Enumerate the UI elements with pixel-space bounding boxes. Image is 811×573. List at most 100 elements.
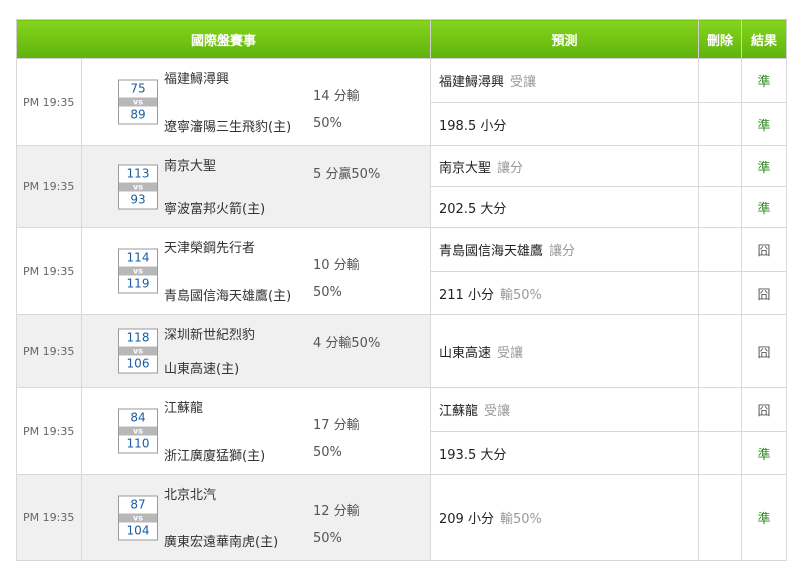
- away-team: 天津榮鋼先行者: [164, 241, 256, 256]
- result-cell: 準: [741, 102, 788, 146]
- handicap-line: 4 分輸50%: [313, 336, 381, 351]
- delete-cell[interactable]: [698, 186, 743, 228]
- prediction-type: 讓分: [549, 244, 576, 259]
- score-box: 114 vs 119: [118, 248, 158, 294]
- away-score: 84: [130, 410, 146, 425]
- vs-label: vs: [119, 182, 157, 191]
- prediction-pick: 江蘇龍: [439, 404, 479, 419]
- home-team: 青島國信海天雄鷹(主): [164, 289, 292, 304]
- prediction-pick: 209 小分: [439, 512, 494, 527]
- delete-cell[interactable]: [698, 58, 743, 103]
- home-score: 106: [126, 356, 150, 371]
- delete-cell[interactable]: [698, 102, 743, 146]
- prediction-type: 讓分: [497, 160, 524, 176]
- away-team: 北京北汽: [164, 488, 217, 503]
- prediction-cell: 山東高速 受讓: [430, 314, 700, 388]
- match-info: 113 vs 93 南京大聖寧波富邦火箭(主) 5 分贏50%: [80, 145, 432, 228]
- prediction-cell: 198.5 小分: [430, 102, 700, 146]
- match-time: PM 19:35: [16, 474, 82, 561]
- vs-label: vs: [119, 346, 157, 356]
- away-team: 南京大聖: [164, 159, 217, 174]
- prediction-cell: 193.5 大分: [430, 431, 700, 475]
- result-cell: 準: [741, 186, 788, 228]
- away-score: 114: [126, 250, 150, 265]
- table-row: PM 19:35 87 vs 104 北京北汽廣東宏遠華南虎(主) 12 分輸 50% 209…: [16, 474, 788, 561]
- table-row: PM 19:35 114 vs 119 天津榮鋼先行者 青島國信海天雄鷹(主) 10 分輸 5…: [16, 227, 788, 315]
- prediction-table: 國際盤賽事 預測 刪除 結果 PM 19:35 75 vs 89 福建鱘潯興 遼寧瀋陽三生…: [15, 19, 788, 561]
- home-score: 119: [126, 276, 150, 291]
- handicap-percent: 50%: [313, 116, 342, 131]
- prediction-cell: 江蘇龍 受讓: [430, 387, 700, 432]
- match-info: 84 vs 110 江蘇龍 浙江廣廈猛獅(主) 17 分輸 50%: [80, 387, 432, 475]
- delete-cell[interactable]: [698, 431, 743, 475]
- home-team: 廣東宏遠華南虎(主): [164, 535, 279, 550]
- prediction-pick: 211 小分: [439, 287, 494, 303]
- match-time: PM 19:35: [16, 145, 82, 228]
- table-header: 國際盤賽事 預測 刪除 結果: [15, 19, 788, 59]
- vs-label: vs: [119, 513, 157, 522]
- home-score: 104: [126, 523, 150, 537]
- score-box: 113 vs 93: [118, 164, 158, 209]
- match-time: PM 19:35: [16, 58, 82, 146]
- handicap-line: 17 分輸: [313, 417, 360, 433]
- prediction-cell: 青島國信海天雄鷹 讓分: [430, 227, 700, 272]
- prediction-type: 受讓: [484, 404, 511, 419]
- table-row: PM 19:35 118 vs 106 深圳新世紀烈豹 山東高速(主) 4 分輸50% 山東高…: [16, 314, 788, 388]
- match-info: 87 vs 104 北京北汽廣東宏遠華南虎(主) 12 分輸 50%: [80, 474, 432, 561]
- header-result: 結果: [741, 19, 788, 59]
- prediction-cell: 福建鱘潯興 受讓: [430, 58, 700, 103]
- delete-cell[interactable]: [698, 387, 743, 432]
- vs-label: vs: [119, 426, 157, 436]
- header-prediction: 預測: [430, 19, 700, 59]
- handicap-line: 12 分輸: [313, 504, 360, 519]
- prediction-pick: 南京大聖: [439, 160, 492, 176]
- table-row: PM 19:35 84 vs 110 江蘇龍浙江廣廈猛獅(主) 17 分輸 50% 江蘇龍 受讓…: [16, 387, 788, 475]
- prediction-cell: 211 小分 輸50%: [430, 271, 700, 315]
- match-info: 118 vs 106 深圳新世紀烈豹 山東高速(主) 4 分輸50%: [80, 314, 432, 388]
- result-cell: 準: [741, 474, 788, 561]
- match-time: PM 19:35: [16, 314, 82, 388]
- handicap-line: 10 分輸: [313, 257, 360, 273]
- match-info: 114 vs 119 天津榮鋼先行者青島國信海天雄鷹(主) 10 分輸 50%: [80, 227, 432, 315]
- away-score: 113: [126, 166, 150, 180]
- handicap-percent: 50%: [313, 285, 342, 300]
- handicap-line: 5 分贏50%: [313, 167, 381, 182]
- handicap-percent: 50%: [313, 445, 342, 460]
- score-box: 118 vs 106: [118, 328, 158, 374]
- header-event: 國際盤賽事: [15, 19, 432, 59]
- vs-label: vs: [119, 97, 157, 107]
- prediction-pick: 193.5 大分: [439, 447, 507, 463]
- vs-label: vs: [119, 266, 157, 276]
- home-team: 山東高速(主): [164, 362, 240, 377]
- home-team: 浙江廣廈猛獅(主): [164, 449, 266, 464]
- delete-cell[interactable]: [698, 271, 743, 315]
- home-score: 93: [130, 192, 146, 206]
- result-cell: 囧: [741, 314, 788, 388]
- prediction-cell: 209 小分 輸50%: [430, 474, 700, 561]
- score-box: 84 vs 110: [118, 408, 158, 454]
- home-score: 110: [126, 436, 150, 451]
- away-score: 75: [130, 81, 146, 96]
- score-box: 75 vs 89: [118, 79, 158, 125]
- prediction-cell: 202.5 大分: [430, 186, 700, 228]
- away-team: 深圳新世紀烈豹: [164, 328, 256, 343]
- handicap-percent: 50%: [313, 531, 342, 546]
- result-cell: 準: [741, 431, 788, 475]
- match-time: PM 19:35: [16, 387, 82, 475]
- table-row: PM 19:35 75 vs 89 福建鱘潯興 遼寧瀋陽三生飛豹(主) 14 分輸 50% 福建…: [16, 58, 788, 146]
- prediction-type: 受讓: [497, 345, 524, 361]
- away-team: 福建鱘潯興: [164, 72, 230, 87]
- prediction-pick: 198.5 小分: [439, 118, 507, 134]
- away-score: 87: [130, 497, 146, 511]
- delete-cell[interactable]: [698, 314, 743, 388]
- home-team: 寧波富邦火箭(主): [164, 202, 266, 217]
- handicap-line: 14 分輸: [313, 88, 360, 104]
- table-row: PM 19:35 113 vs 93 南京大聖 寧波富邦火箭(主) 5 分贏50% 南京大聖讓…: [16, 145, 788, 228]
- prediction-pick: 山東高速: [439, 345, 492, 361]
- prediction-pick: 202.5 大分: [439, 201, 507, 217]
- delete-cell[interactable]: [698, 474, 743, 561]
- delete-cell[interactable]: [698, 227, 743, 272]
- prediction-type: 受讓: [510, 75, 537, 90]
- delete-cell[interactable]: [698, 145, 743, 187]
- result-cell: 囧: [741, 271, 788, 315]
